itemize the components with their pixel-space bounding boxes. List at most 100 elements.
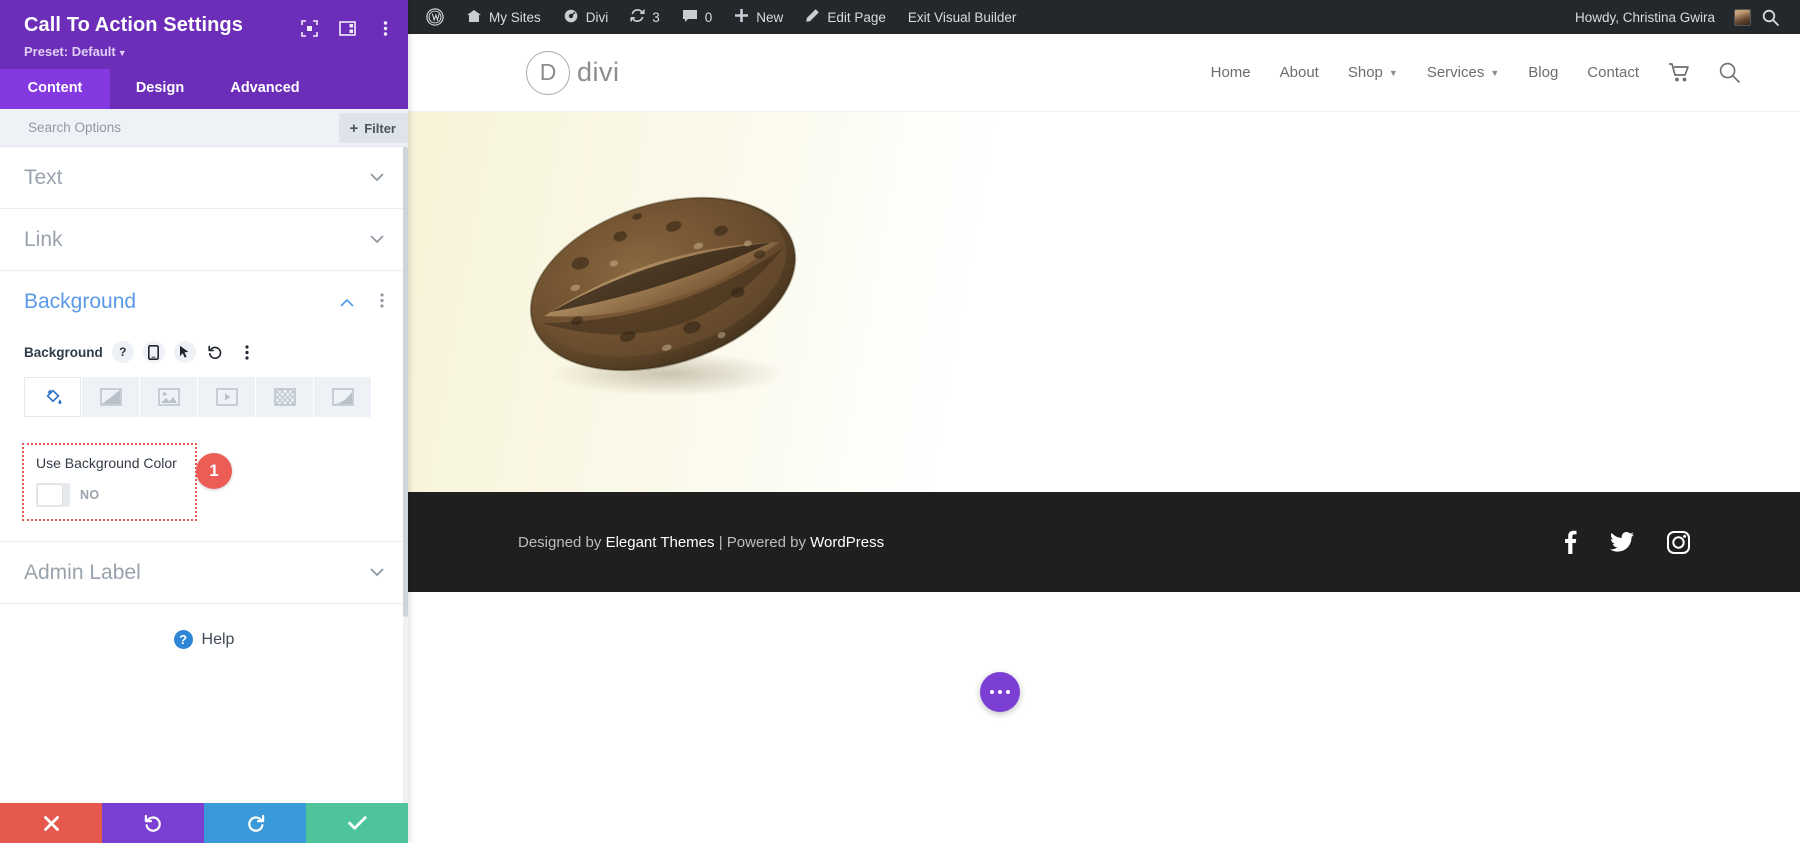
panel-scrollbar[interactable]: [403, 147, 408, 803]
tab-content[interactable]: Content: [0, 69, 110, 109]
wordpress-logo-icon[interactable]: [422, 0, 455, 34]
nav-item-contact-label: Contact: [1587, 64, 1639, 81]
admin-bar-my-sites[interactable]: My Sites: [455, 0, 552, 34]
background-color-toggle-annotation: Use Background Color NO 1: [22, 443, 232, 521]
section-link[interactable]: Link: [0, 209, 408, 271]
hover-cursor-icon[interactable]: [173, 341, 196, 363]
nav-item-blog-label: Blog: [1528, 64, 1559, 81]
admin-bar-updates[interactable]: 3: [619, 0, 671, 34]
background-control-row: Background ?: [0, 333, 408, 373]
pencil-icon: [805, 8, 820, 26]
section-background-header[interactable]: Background: [0, 271, 408, 333]
admin-bar-comments[interactable]: 0: [671, 0, 724, 34]
section-background: Background Background ? Use Background C…: [0, 271, 408, 542]
site-footer: Designed by Elegant Themes | Powered by …: [408, 492, 1800, 592]
site-logo[interactable]: D divi: [526, 50, 620, 95]
toggle-state-label: NO: [80, 488, 100, 502]
tab-design[interactable]: Design: [110, 69, 210, 109]
toggle-track[interactable]: [36, 483, 70, 507]
vertical-dots-icon[interactable]: [376, 19, 394, 37]
search-icon[interactable]: [1751, 0, 1790, 34]
divi-dashboard-icon: [563, 9, 579, 26]
chevron-down-icon: ▼: [117, 48, 127, 58]
nav-item-shop[interactable]: Shop ▼: [1348, 64, 1398, 81]
admin-bar-new-label: New: [756, 9, 784, 25]
background-video-tab[interactable]: [198, 377, 255, 417]
bread-image: [529, 196, 797, 396]
section-more-dots-icon[interactable]: [380, 292, 384, 312]
cart-icon[interactable]: [1668, 62, 1690, 83]
nav-item-contact[interactable]: Contact: [1587, 64, 1639, 81]
footer-social-links: [1564, 530, 1690, 554]
redo-button[interactable]: [204, 803, 306, 843]
background-image-tab[interactable]: [140, 377, 197, 417]
background-gradient-tab[interactable]: [82, 377, 139, 417]
chevron-down-icon: ▼: [1388, 67, 1398, 78]
responsive-phone-icon[interactable]: [142, 341, 165, 363]
nav-item-services[interactable]: Services ▼: [1427, 64, 1499, 81]
background-color-tab[interactable]: [24, 377, 81, 417]
help-link[interactable]: ? Help: [0, 604, 408, 649]
cancel-button[interactable]: [0, 803, 102, 843]
footer-link-elegant-themes[interactable]: Elegant Themes: [606, 534, 715, 551]
admin-bar-comments-count: 0: [704, 9, 713, 25]
use-background-color-field: Use Background Color NO: [22, 443, 197, 521]
search-row: + Filter: [0, 109, 408, 147]
background-mask-tab[interactable]: [314, 377, 371, 417]
nav-item-shop-label: Shop: [1347, 64, 1383, 81]
admin-bar-edit-page-label: Edit Page: [827, 9, 886, 25]
admin-bar-greeting[interactable]: Howdy, Christina Gwira: [1571, 0, 1726, 34]
dot-icon: [998, 690, 1002, 694]
footer-text-middle: Powered by: [726, 533, 811, 551]
layout-columns-icon[interactable]: [338, 19, 356, 37]
instagram-icon[interactable]: [1667, 530, 1690, 554]
footer-link-wordpress[interactable]: WordPress: [810, 534, 884, 551]
settings-tabs: Content Design Advanced: [0, 69, 408, 109]
scrollbar-thumb[interactable]: [403, 147, 408, 617]
save-button[interactable]: [306, 803, 408, 843]
avatar[interactable]: [1734, 8, 1751, 26]
undo-button[interactable]: [102, 803, 204, 843]
section-link-label: Link: [24, 227, 63, 251]
facebook-icon[interactable]: [1564, 530, 1577, 554]
preset-selector[interactable]: Preset: Default ▼: [24, 44, 390, 59]
admin-bar-exit-visual-builder[interactable]: Exit Visual Builder: [897, 0, 1028, 34]
section-text-label: Text: [24, 165, 63, 189]
help-icon[interactable]: ?: [111, 341, 134, 363]
use-background-color-toggle[interactable]: NO: [36, 483, 183, 507]
focus-icon[interactable]: [300, 19, 318, 37]
nav-item-about[interactable]: About: [1280, 64, 1319, 81]
footer-text-before: Designed by: [518, 533, 606, 551]
section-admin-label[interactable]: Admin Label: [0, 542, 408, 604]
nav-item-blog[interactable]: Blog: [1528, 64, 1558, 81]
nav-item-home[interactable]: Home: [1211, 64, 1251, 81]
filter-button[interactable]: + Filter: [339, 113, 408, 143]
section-admin-label-text: Admin Label: [24, 560, 141, 584]
divi-menu-fab[interactable]: [980, 672, 1020, 712]
panel-action-bar: [0, 803, 408, 843]
twitter-icon[interactable]: [1610, 530, 1634, 554]
admin-bar-edit-page[interactable]: Edit Page: [794, 0, 897, 34]
section-text[interactable]: Text: [0, 147, 408, 209]
chevron-up-icon[interactable]: [340, 295, 354, 310]
admin-bar-new[interactable]: New: [723, 0, 794, 34]
filter-button-label: Filter: [364, 120, 396, 136]
divi-logo-icon: D: [526, 50, 570, 95]
admin-bar-my-sites-label: My Sites: [489, 9, 541, 25]
reset-undo-icon[interactable]: [205, 341, 227, 363]
footer-credit: Designed by Elegant Themes | Powered by …: [518, 534, 884, 551]
plus-icon: [734, 8, 749, 26]
tab-advanced[interactable]: Advanced: [210, 69, 320, 109]
admin-bar-exit-vb-label: Exit Visual Builder: [907, 9, 1017, 25]
admin-bar-divi[interactable]: Divi: [552, 0, 620, 34]
background-pattern-tab[interactable]: [256, 377, 313, 417]
plus-icon: +: [349, 119, 359, 137]
chevron-down-icon: [370, 170, 384, 185]
footer-separator: |: [714, 533, 727, 551]
dot-icon: [990, 690, 994, 694]
search-icon[interactable]: [1719, 62, 1740, 83]
admin-bar-updates-count: 3: [652, 9, 660, 25]
nav-item-services-label: Services: [1426, 64, 1485, 81]
sites-icon: [466, 9, 482, 26]
more-options-dots-icon[interactable]: [236, 341, 258, 363]
